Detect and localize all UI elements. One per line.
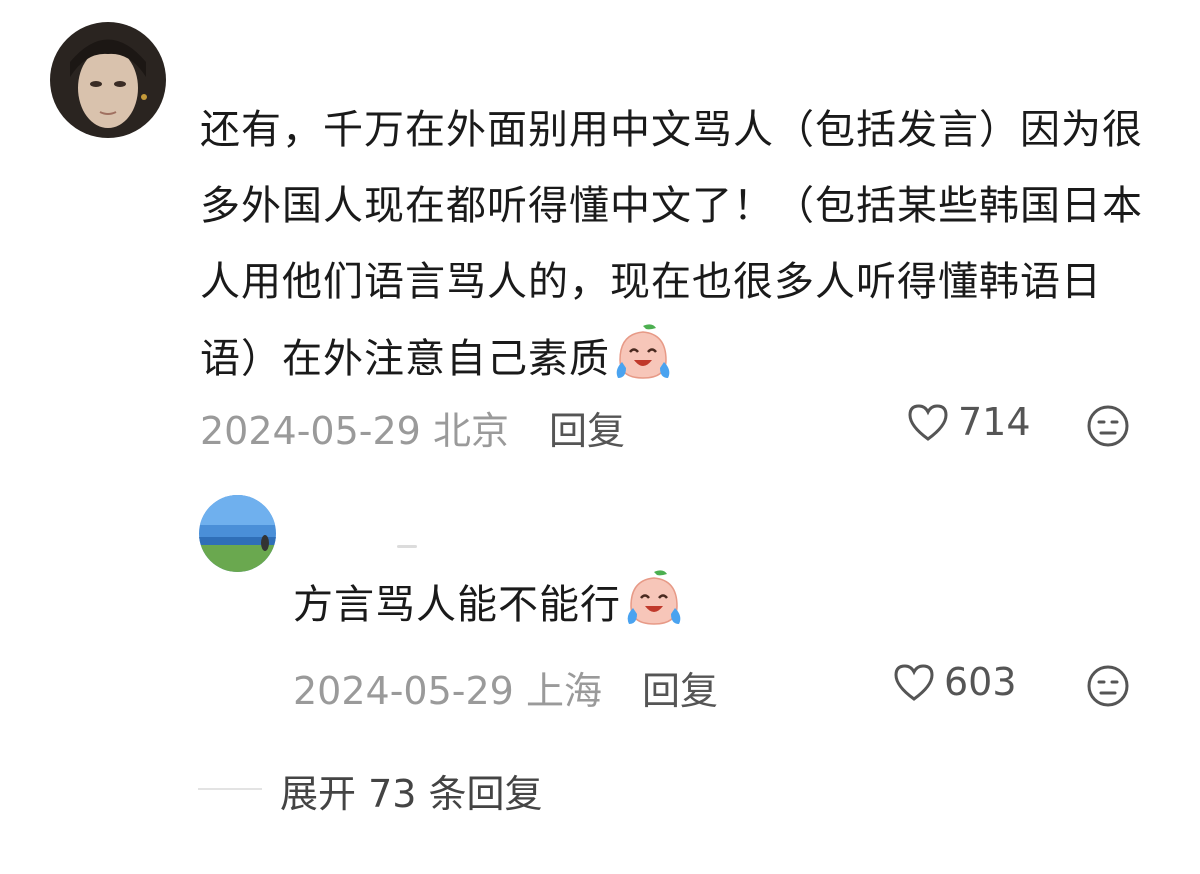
crying-laugh-emoji-icon: [623, 566, 685, 653]
expand-replies-button[interactable]: 展开 73 条回复: [280, 763, 543, 818]
crying-laugh-emoji-icon: [612, 320, 674, 407]
reply-button[interactable]: 回复: [642, 669, 718, 713]
main-commenter-avatar[interactable]: [50, 22, 166, 138]
heart-icon: [894, 664, 934, 701]
main-dislike-button[interactable]: [1085, 403, 1131, 453]
main-like-button[interactable]: 714: [906, 400, 1031, 444]
reply-button[interactable]: 回复: [549, 409, 625, 453]
reply-like-button[interactable]: 603: [892, 660, 1017, 704]
heart-icon: [908, 404, 948, 441]
main-comment-meta: 2024-05-29 北京 回复: [200, 400, 625, 455]
comment-thread: 还有，千万在外面别用中文骂人（包括发言）因为很多外国人现在都听得懂中文了！（包括…: [0, 0, 1200, 874]
like-count: 603: [944, 660, 1017, 704]
expand-divider: [198, 788, 262, 790]
reply-dislike-button[interactable]: [1085, 663, 1131, 713]
reply-comment-text: 方言骂人能不能行: [293, 566, 893, 653]
comment-location: 上海: [525, 669, 602, 713]
neutral-face-icon: [1087, 405, 1129, 447]
like-count: 714: [958, 400, 1031, 444]
comment-date: 2024-05-29: [200, 409, 421, 453]
comment-location: 北京: [432, 409, 509, 453]
main-comment-text: 还有，千万在外面别用中文骂人（包括发言）因为很多外国人现在都听得懂中文了！（包括…: [200, 92, 1160, 407]
reply-username-placeholder: [397, 545, 417, 548]
reply-comment-body: 方言骂人能不能行: [293, 582, 621, 628]
reply-comment-meta: 2024-05-29 上海 回复: [293, 660, 718, 715]
comment-date: 2024-05-29: [293, 669, 514, 713]
reply-commenter-avatar[interactable]: [199, 495, 276, 572]
neutral-face-icon: [1087, 665, 1129, 707]
